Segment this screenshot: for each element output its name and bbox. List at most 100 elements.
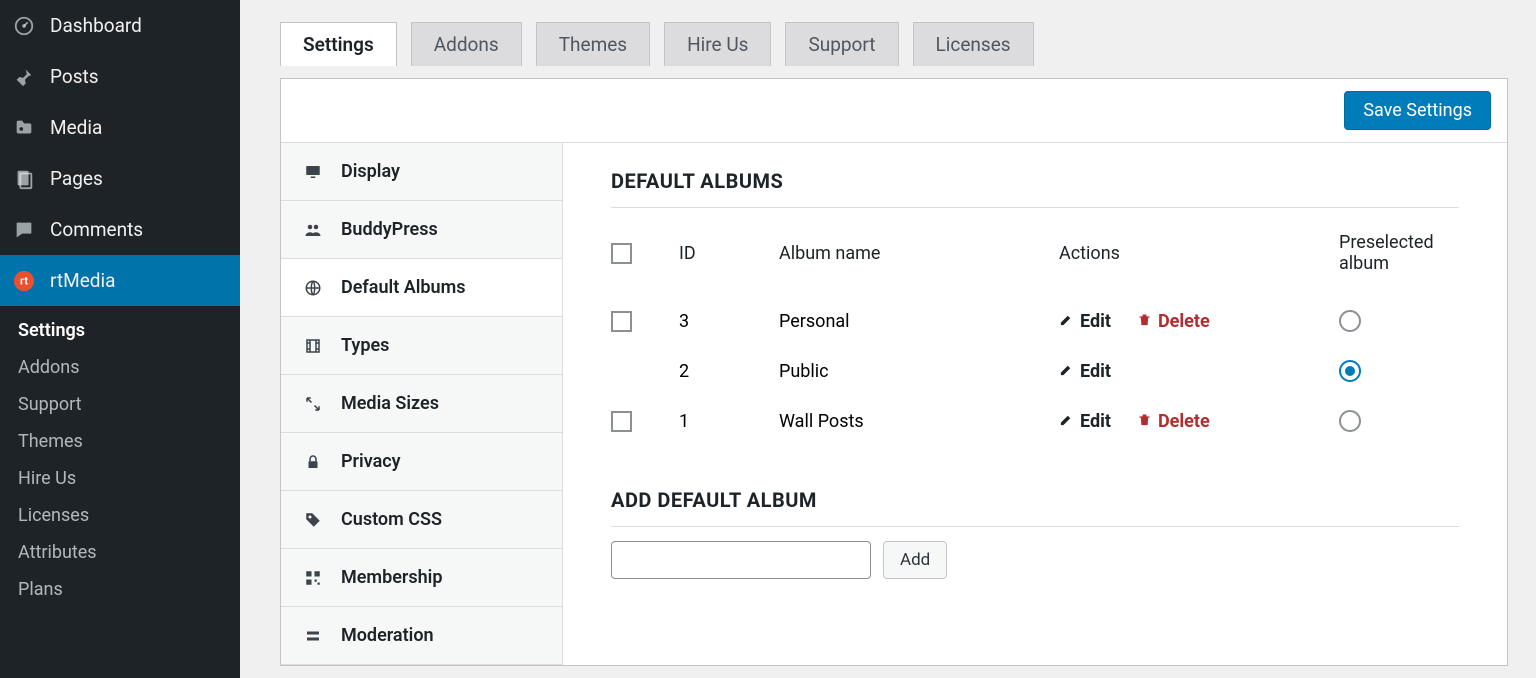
col-name: Album name	[779, 243, 1059, 264]
preselected-radio[interactable]	[1339, 310, 1361, 332]
sidebar-subitem-support[interactable]: Support	[0, 386, 240, 423]
subtab-label: Display	[341, 161, 400, 182]
display-icon	[303, 162, 323, 182]
new-album-name-input[interactable]	[611, 541, 871, 579]
sidebar-item-label: Dashboard	[50, 14, 142, 37]
delete-action[interactable]: Delete	[1137, 311, 1210, 332]
row-id: 1	[679, 411, 779, 432]
trash-icon	[1137, 411, 1152, 432]
globe-icon	[303, 278, 323, 298]
table-row: 3 Personal Edit Delete	[611, 304, 1459, 354]
admin-sidebar: Dashboard Posts Media Pages Comments rt rtMedi…	[0, 0, 240, 678]
edit-action[interactable]: Edit	[1059, 311, 1111, 332]
tab-settings[interactable]: Settings	[280, 22, 397, 66]
subtab-label: Default Albums	[341, 277, 465, 298]
edit-action[interactable]: Edit	[1059, 411, 1111, 432]
sidebar-item-rtmedia[interactable]: rt rtMedia	[0, 255, 240, 306]
subtab-label: Membership	[341, 567, 442, 588]
col-preselected: Preselected album	[1339, 232, 1459, 274]
sidebar-item-label: rtMedia	[50, 269, 115, 292]
sidebar-item-comments[interactable]: Comments	[0, 204, 240, 255]
pages-icon	[12, 167, 36, 191]
film-icon	[303, 336, 323, 356]
subtab-default-albums[interactable]: Default Albums	[281, 259, 562, 317]
subtab-label: Media Sizes	[341, 393, 439, 414]
resize-icon	[303, 394, 323, 414]
col-actions: Actions	[1059, 243, 1339, 264]
sidebar-subitem-addons[interactable]: Addons	[0, 349, 240, 386]
subtab-types[interactable]: Types	[281, 317, 562, 375]
svg-text:rt: rt	[20, 274, 28, 287]
sidebar-subitem-themes[interactable]: Themes	[0, 423, 240, 460]
sidebar-item-label: Pages	[50, 167, 103, 190]
subtab-membership[interactable]: Membership	[281, 549, 562, 607]
albums-table-header: ID Album name Actions Preselected album	[611, 222, 1459, 304]
row-id: 3	[679, 311, 779, 332]
pencil-icon	[1059, 311, 1074, 332]
gauge-icon	[12, 14, 36, 38]
preselected-radio[interactable]	[1339, 360, 1361, 382]
row-checkbox[interactable]	[611, 411, 632, 432]
settings-subtabs: Display BuddyPress Default Albums Types Medi…	[281, 143, 563, 665]
delete-action[interactable]: Delete	[1137, 411, 1210, 432]
preselected-radio[interactable]	[1339, 410, 1361, 432]
row-name: Public	[779, 361, 1059, 382]
pencil-icon	[1059, 411, 1074, 432]
add-album-heading: ADD DEFAULT ALBUM	[611, 488, 1459, 527]
tab-hire-us[interactable]: Hire Us	[664, 22, 771, 66]
subtab-label: Privacy	[341, 451, 401, 472]
row-id: 2	[679, 361, 779, 382]
subtab-privacy[interactable]: Privacy	[281, 433, 562, 491]
subtab-label: Types	[341, 335, 389, 356]
trash-icon	[1137, 311, 1152, 332]
tab-themes[interactable]: Themes	[536, 22, 650, 66]
tab-support[interactable]: Support	[785, 22, 898, 66]
sidebar-subitem-hire-us[interactable]: Hire Us	[0, 460, 240, 497]
save-settings-button[interactable]: Save Settings	[1344, 91, 1491, 130]
media-icon	[12, 116, 36, 140]
subtab-custom-css[interactable]: Custom CSS	[281, 491, 562, 549]
main-content: Settings Addons Themes Hire Us Support Licens…	[240, 0, 1536, 678]
tab-licenses[interactable]: Licenses	[913, 22, 1034, 66]
sidebar-subitem-settings[interactable]: Settings	[0, 312, 240, 349]
subtab-display[interactable]: Display	[281, 143, 562, 201]
select-all-checkbox[interactable]	[611, 243, 632, 264]
pin-icon	[12, 65, 36, 89]
pencil-icon	[1059, 361, 1074, 382]
subtab-moderation[interactable]: Moderation	[281, 607, 562, 665]
subtab-label: Custom CSS	[341, 509, 442, 530]
subtab-label: BuddyPress	[341, 219, 438, 240]
col-id: ID	[679, 243, 779, 264]
sidebar-subitem-licenses[interactable]: Licenses	[0, 497, 240, 534]
sidebar-item-label: Comments	[50, 218, 143, 241]
sidebar-subitem-plans[interactable]: Plans	[0, 571, 240, 608]
subtab-buddypress[interactable]: BuddyPress	[281, 201, 562, 259]
chat-icon	[12, 218, 36, 242]
qr-icon	[303, 568, 323, 588]
table-row: 1 Wall Posts Edit Delete	[611, 404, 1459, 454]
sidebar-item-pages[interactable]: Pages	[0, 153, 240, 204]
tab-addons[interactable]: Addons	[411, 22, 522, 66]
sidebar-item-label: Posts	[50, 65, 99, 88]
subtab-media-sizes[interactable]: Media Sizes	[281, 375, 562, 433]
sidebar-item-posts[interactable]: Posts	[0, 51, 240, 102]
lock-icon	[303, 452, 323, 472]
default-albums-heading: DEFAULT ALBUMS	[611, 169, 1459, 208]
tag-icon	[303, 510, 323, 530]
mod-icon	[303, 626, 323, 646]
settings-content: DEFAULT ALBUMS ID Album name Actions Pre…	[563, 143, 1507, 665]
row-checkbox[interactable]	[611, 311, 632, 332]
row-name: Wall Posts	[779, 411, 1059, 432]
group-icon	[303, 220, 323, 240]
rt-icon: rt	[12, 269, 36, 293]
sidebar-item-media[interactable]: Media	[0, 102, 240, 153]
settings-panel: Save Settings Display BuddyPress Default A…	[280, 78, 1508, 666]
add-album-button[interactable]: Add	[883, 541, 947, 579]
sidebar-item-label: Media	[50, 116, 102, 139]
sidebar-item-dashboard[interactable]: Dashboard	[0, 0, 240, 51]
edit-action[interactable]: Edit	[1059, 361, 1111, 382]
table-row: 2 Public Edit	[611, 354, 1459, 404]
subtab-label: Moderation	[341, 625, 434, 646]
sidebar-subitem-attributes[interactable]: Attributes	[0, 534, 240, 571]
row-name: Personal	[779, 311, 1059, 332]
